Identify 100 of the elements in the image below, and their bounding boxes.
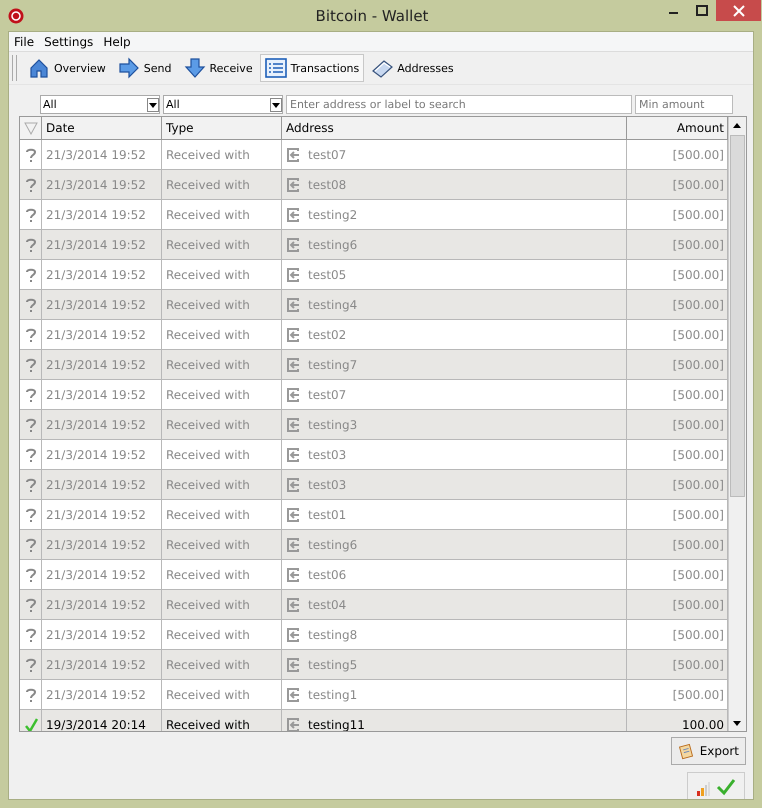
table-cell: Received with	[162, 170, 282, 199]
table-cell: testing2	[308, 208, 358, 222]
toolbar-button[interactable]: Send	[112, 54, 177, 82]
table-cell: 21/3/2014 19:52	[42, 380, 162, 409]
table-cell: 19/3/2014 20:14	[42, 710, 162, 731]
incoming-icon	[286, 178, 300, 192]
list-icon	[264, 57, 287, 79]
toolbar-grip	[12, 55, 17, 81]
table-cell: Received with	[162, 530, 282, 559]
signal-bars-icon	[696, 782, 712, 796]
table-cell: testing11	[308, 718, 365, 731]
table-cell: Received with	[162, 410, 282, 439]
table-cell: testing5	[308, 658, 358, 672]
toolbar-button[interactable]: Overview	[23, 54, 111, 82]
menu-item[interactable]: Settings	[39, 34, 98, 48]
incoming-icon	[286, 298, 300, 312]
incoming-icon	[286, 598, 300, 612]
incoming-icon	[286, 688, 300, 702]
column-header[interactable]: Type	[162, 117, 282, 139]
table-cell: testing7	[308, 358, 358, 372]
table-cell: Received with	[162, 440, 282, 469]
table-cell: 21/3/2014 19:52	[42, 350, 162, 379]
right-arrow-icon	[118, 57, 140, 79]
table-cell: 21/3/2014 19:52	[42, 560, 162, 589]
scrollbar[interactable]	[728, 117, 746, 731]
table-cell: test01	[308, 508, 346, 522]
checkmark-icon	[716, 778, 736, 796]
incoming-icon	[286, 628, 300, 642]
table-cell: testing4	[308, 298, 358, 312]
incoming-icon	[286, 448, 300, 462]
table-cell: Received with	[162, 320, 282, 349]
menu-item[interactable]: File	[9, 34, 40, 48]
table-cell: test06	[308, 568, 346, 582]
table-cell: 21/3/2014 19:52	[42, 650, 162, 679]
incoming-icon	[286, 538, 300, 552]
dropdown[interactable]: All	[40, 95, 160, 114]
table-cell: 21/3/2014 19:52	[42, 440, 162, 469]
toolbar-button[interactable]: Transactions	[260, 54, 364, 82]
table-cell: test04	[308, 598, 346, 612]
sort-icon	[24, 121, 38, 135]
dropdown[interactable]: All	[163, 95, 283, 114]
menu-item[interactable]: Help	[98, 34, 136, 48]
table-cell: 21/3/2014 19:52	[42, 320, 162, 349]
column-header[interactable]: Address	[282, 117, 627, 139]
table-cell: Received with	[162, 200, 282, 229]
table-cell: Received with	[162, 380, 282, 409]
table-cell: Received with	[162, 260, 282, 289]
incoming-icon	[286, 658, 300, 672]
table-cell: 21/3/2014 19:52	[42, 230, 162, 259]
table-cell: 21/3/2014 19:52	[42, 530, 162, 559]
table-cell: Received with	[162, 140, 282, 169]
table-cell: 21/3/2014 19:52	[42, 470, 162, 499]
incoming-icon	[286, 328, 300, 342]
table-cell: 21/3/2014 19:52	[42, 500, 162, 529]
close-button[interactable]	[716, 0, 761, 21]
table-cell: Received with	[162, 290, 282, 319]
table-cell: 21/3/2014 19:52	[42, 140, 162, 169]
table-cell: Received with	[162, 350, 282, 379]
incoming-icon	[286, 238, 300, 252]
table-cell: 21/3/2014 19:52	[42, 200, 162, 229]
table-cell: test07	[308, 388, 346, 402]
table-cell: 21/3/2014 19:52	[42, 590, 162, 619]
export-button[interactable]: Export	[671, 737, 746, 765]
toolbar-button[interactable]: Addresses	[366, 54, 459, 82]
amount-field[interactable]: Min amount	[635, 95, 733, 114]
table-cell: 21/3/2014 19:52	[42, 410, 162, 439]
toolbar-button[interactable]: Receive	[178, 54, 258, 82]
incoming-icon	[286, 208, 300, 222]
column-header[interactable]: Date	[42, 117, 162, 139]
table-cell: test08	[308, 178, 346, 192]
table-cell: test03	[308, 448, 346, 462]
table-cell: test02	[308, 328, 346, 342]
table-cell: testing6	[308, 238, 358, 252]
app-icon	[8, 8, 24, 24]
table-cell: testing8	[308, 628, 358, 642]
table-cell: 21/3/2014 19:52	[42, 170, 162, 199]
table-cell: Received with	[162, 590, 282, 619]
house-icon	[28, 57, 50, 79]
search-field[interactable]: Enter address or label to search	[286, 95, 632, 114]
table-cell: test03	[308, 478, 346, 492]
incoming-icon	[286, 568, 300, 582]
incoming-icon	[286, 478, 300, 492]
table-cell: Received with	[162, 710, 282, 731]
incoming-icon	[286, 508, 300, 522]
scrollbar-thumb[interactable]	[730, 135, 745, 497]
incoming-icon	[286, 148, 300, 162]
table-cell: Received with	[162, 500, 282, 529]
incoming-icon	[286, 418, 300, 432]
table-cell: 21/3/2014 19:52	[42, 620, 162, 649]
incoming-icon	[286, 268, 300, 282]
table-cell: test07	[308, 148, 346, 162]
table-cell: 21/3/2014 19:52	[42, 680, 162, 709]
table-cell: Received with	[162, 230, 282, 259]
incoming-icon	[286, 388, 300, 402]
table-cell: testing3	[308, 418, 358, 432]
table-cell: 21/3/2014 19:52	[42, 290, 162, 319]
close-icon	[732, 4, 744, 16]
table-cell: Received with	[162, 620, 282, 649]
table-cell: Received with	[162, 650, 282, 679]
window-title: Bitcoin - Wallet	[314, 6, 430, 24]
